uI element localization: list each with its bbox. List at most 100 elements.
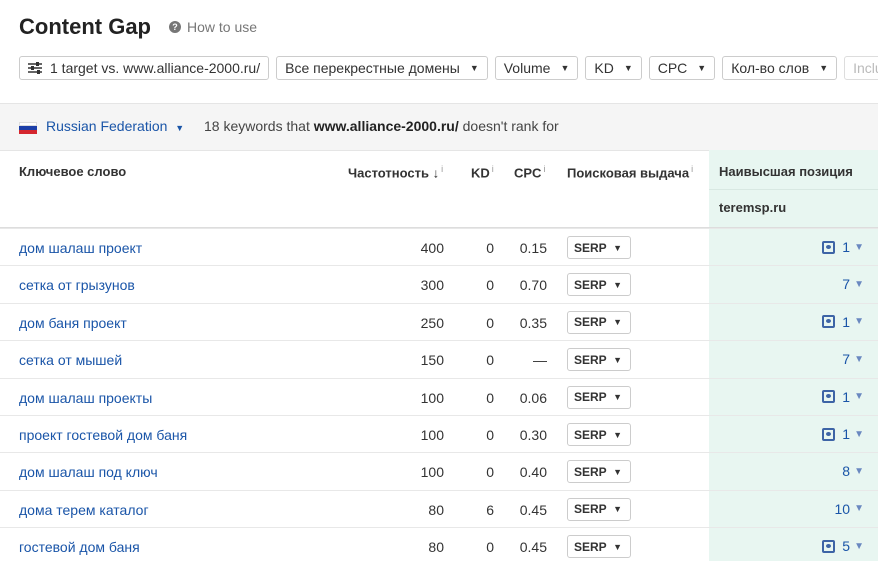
caret-down-icon: ▼ [854,503,864,515]
column-header-cpc[interactable]: CPC i [514,164,545,180]
serp-label: SERP [574,427,607,442]
cpc-value: 0.45 [519,501,547,518]
summary-prefix: 18 keywords that [204,118,310,134]
position-link[interactable]: 5 ▼ [822,538,864,554]
caret-down-icon: ▼ [560,63,570,73]
keyword-link[interactable]: дом шалаш проект [19,240,142,256]
caret-down-icon: ▼ [613,466,622,477]
column-header-keyword[interactable]: Ключевое слово [19,164,126,179]
caret-down-icon: ▼ [819,63,829,73]
volume-value: 400 [420,240,444,256]
cpc-value: — [533,352,547,369]
word-count-filter-dropdown[interactable]: Кол-во слов ▼ [722,56,838,80]
table-row: проект гостевой дом баня 100 0 0.30 SERP… [0,415,878,453]
keyword-link[interactable]: гостевой дом баня [19,539,140,555]
domains-filter-dropdown[interactable]: Все перекрестные домены ▼ [276,56,488,80]
serp-label: SERP [574,352,607,367]
image-serp-icon [822,315,836,329]
position-link[interactable]: 7 ▼ [842,276,864,292]
table-row: дом баня проект 250 0 0.35 SERP ▼ 1 ▼ [0,302,878,341]
volume-value: 80 [428,501,444,518]
volume-value: 300 [420,277,444,294]
position-link[interactable]: 1 ▼ [822,239,864,255]
caret-down-icon: ▼ [623,63,633,73]
keyword-link[interactable]: сетка от грызунов [19,277,135,293]
cpc-value: 0.30 [519,427,547,443]
caret-down-icon: ▼ [854,241,864,253]
russia-flag-icon [19,122,37,134]
page-header: Content Gap ? How to use [19,14,257,40]
image-serp-icon [822,240,836,254]
column-header-serp[interactable]: Поисковая выдача i [567,164,693,180]
cpc-filter-label: CPC [657,60,688,76]
serp-label: SERP [574,502,607,517]
serp-dropdown-button[interactable]: SERP ▼ [567,497,631,521]
serp-dropdown-button[interactable]: SERP ▼ [567,273,631,297]
position-link[interactable]: 7 ▼ [842,351,864,367]
serp-label: SERP [574,277,607,292]
serp-label: SERP [574,464,607,479]
position-link[interactable]: 1 ▼ [822,314,864,330]
serp-dropdown-button[interactable]: SERP ▼ [567,535,631,559]
volume-filter-dropdown[interactable]: Volume ▼ [494,56,579,80]
serp-dropdown-button[interactable]: SERP ▼ [567,385,631,409]
keyword-link[interactable]: дом шалаш под ключ [19,464,158,480]
keyword-link[interactable]: сетка от мышей [19,352,122,368]
image-serp-icon [822,390,836,404]
info-icon: i [441,164,444,174]
table-row: гостевой дом баня 80 0 0.45 SERP ▼ 5 ▼ [0,527,878,565]
serp-dropdown-button[interactable]: SERP ▼ [567,310,631,334]
target-filter-button[interactable]: 1 target vs. www.alliance-2000.ru/ [19,56,270,80]
domains-filter-label: Все перекрестные домены [285,60,460,76]
keyword-link[interactable]: дома терем каталог [19,502,149,518]
how-to-use-link[interactable]: ? How to use [169,19,257,35]
table-row: дом шалаш проекты 100 0 0.06 SERP ▼ 1 ▼ [0,377,878,416]
column-header-volume[interactable]: Частотность ↓ i [348,164,443,180]
competitor-domain-header[interactable]: teremsp.ru [719,200,786,215]
caret-down-icon: ▼ [854,465,864,477]
kd-value: 0 [486,240,494,256]
cpc-value: 0.15 [519,240,547,256]
caret-down-icon: ▼ [613,541,622,552]
position-value: 7 [842,351,851,368]
caret-down-icon: ▼ [175,123,185,133]
position-link[interactable]: 8 ▼ [842,463,864,479]
caret-down-icon: ▼ [613,317,622,328]
serp-label: SERP [574,240,607,255]
caret-down-icon: ▼ [613,354,622,365]
serp-dropdown-button[interactable]: SERP ▼ [567,460,631,484]
kd-value: 6 [486,501,494,518]
keywords-summary: 18 keywords that www.alliance-2000.ru/ d… [204,118,559,134]
volume-value: 150 [420,352,444,369]
position-link[interactable]: 1 ▼ [822,389,864,405]
caret-down-icon: ▼ [854,316,864,328]
keyword-link[interactable]: проект гостевой дом баня [19,427,187,443]
serp-dropdown-button[interactable]: SERP ▼ [567,348,631,372]
keyword-link[interactable]: дом баня проект [19,315,127,331]
column-header-kd[interactable]: KD i [471,164,494,180]
table-row: дом шалаш под ключ 100 0 0.40 SERP ▼ 8 ▼ [0,452,878,490]
include-filter-input[interactable]: Includ [844,56,878,80]
how-to-use-label: How to use [187,19,258,35]
cpc-value: 0.06 [519,389,547,406]
kd-filter-dropdown[interactable]: KD ▼ [585,56,642,80]
serp-label: SERP [574,390,607,405]
position-link[interactable]: 10 ▼ [835,501,864,517]
kd-value: 0 [486,314,494,331]
serp-dropdown-button[interactable]: SERP ▼ [567,423,631,446]
kd-value: 0 [486,427,494,443]
volume-value: 100 [420,464,444,481]
cpc-filter-dropdown[interactable]: CPC ▼ [648,56,716,80]
summary-suffix: doesn't rank for [462,118,559,134]
position-value: 7 [842,276,851,293]
keyword-link[interactable]: дом шалаш проекты [19,390,152,406]
info-bar: Russian Federation ▼ 18 keywords that ww… [0,103,878,151]
caret-down-icon: ▼ [613,429,622,440]
caret-down-icon: ▼ [613,242,622,253]
serp-dropdown-button[interactable]: SERP ▼ [567,236,631,259]
kd-value: 0 [486,277,494,294]
country-selector[interactable]: Russian Federation ▼ [46,118,184,134]
position-link[interactable]: 1 ▼ [822,426,864,442]
kd-filter-label: KD [594,60,614,76]
caret-down-icon: ▼ [613,392,622,403]
